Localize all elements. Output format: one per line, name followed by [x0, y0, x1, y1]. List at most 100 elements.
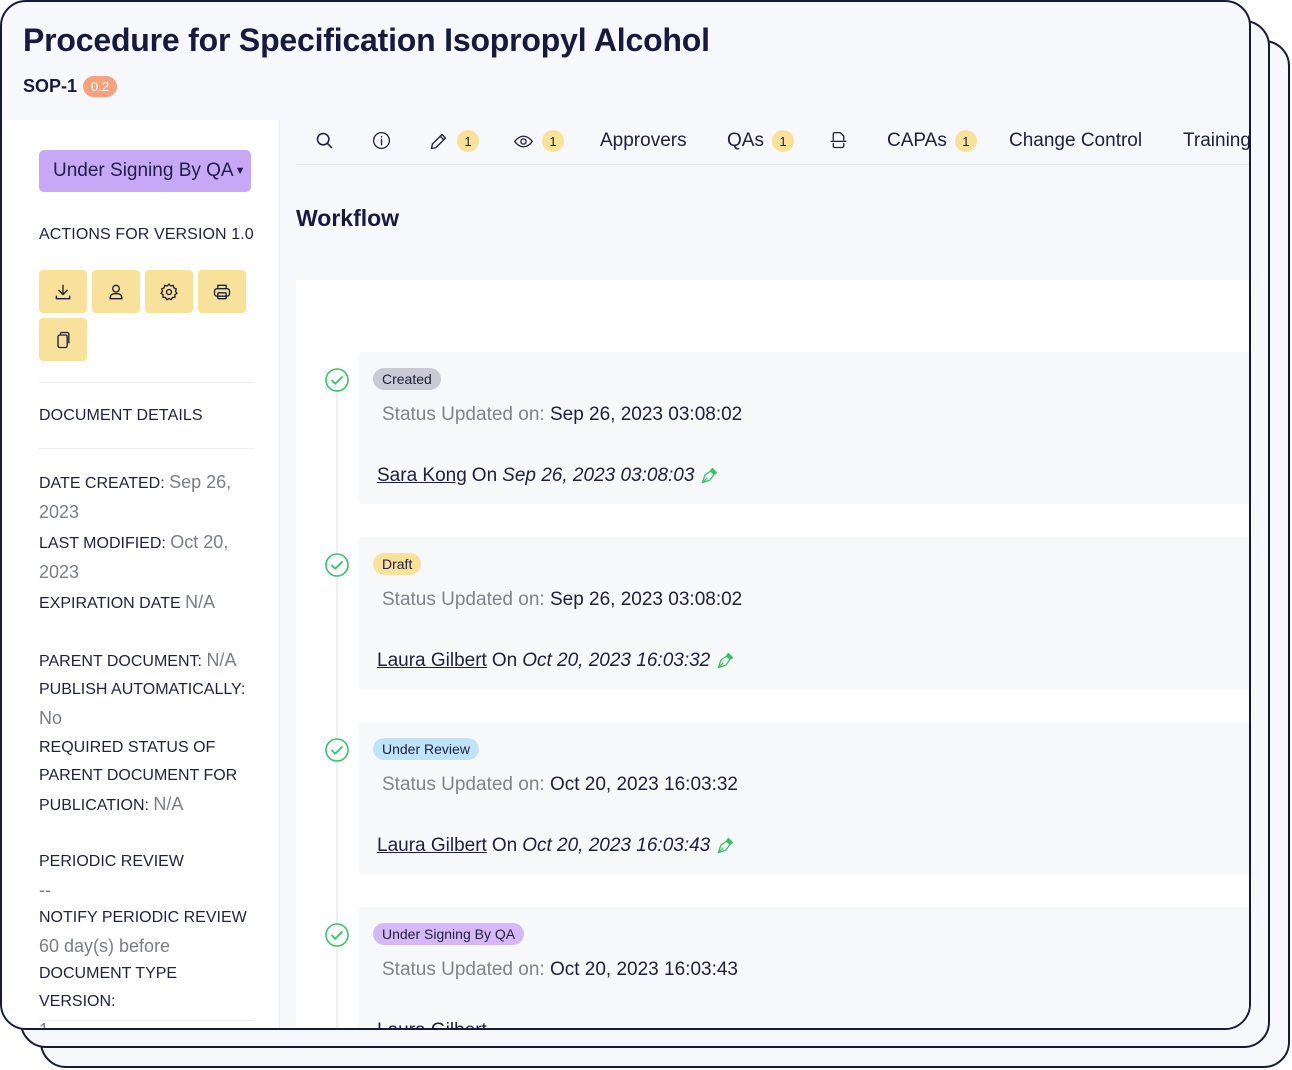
divider: [39, 382, 254, 383]
signed-at: Sep 26, 2023 03:08:03: [502, 465, 695, 486]
publish-auto-label: PUBLISH AUTOMATICALLY:: [39, 681, 246, 698]
signer-user-link[interactable]: Sara Kong: [377, 465, 467, 487]
tab-search[interactable]: [314, 130, 335, 151]
status-updated-label: Status Updated on:: [382, 959, 545, 980]
version-badge: 0.2: [83, 76, 118, 97]
assign-user-button[interactable]: [92, 270, 140, 313]
status-dropdown-label: Under Signing By QA: [53, 160, 234, 181]
user-icon: [109, 284, 123, 299]
sidebar: Under Signing By QA ▼ ACTIONS FOR VERSION…: [2, 120, 280, 1028]
date-created-row: DATE CREATED: Sep 26, 2023: [39, 468, 254, 528]
workflow-title: Workflow: [296, 205, 400, 231]
tab-approvers-label: Approvers: [600, 130, 687, 151]
tab-info[interactable]: [371, 130, 392, 151]
on-label: On: [471, 465, 498, 486]
date-created-label: DATE CREATED:: [39, 475, 165, 492]
capas-count-badge: 1: [954, 130, 977, 152]
parent-document-row: PARENT DOCUMENT: N/A: [39, 646, 254, 676]
duplicate-button[interactable]: [39, 318, 87, 361]
status-updated-label: Status Updated on:: [382, 589, 545, 610]
views-count-badge: 1: [542, 130, 564, 152]
check-circle-icon: [325, 738, 349, 762]
actions-heading: ACTIONS FOR VERSION 1.0: [39, 226, 254, 243]
workflow-entry: Under Review Status Updated on: Oct 20, 2…: [359, 722, 1249, 874]
document-scan-icon: [830, 131, 847, 149]
workflow-entry: Under Signing By QA Status Updated on: Oc…: [359, 907, 1249, 1028]
edits-count-badge: 1: [457, 130, 479, 152]
status-updated-line: Status Updated on: Sep 26, 2023 03:08:02: [382, 589, 742, 611]
search-icon: [316, 132, 333, 149]
eye-icon: [513, 135, 534, 147]
tab-approvers[interactable]: Approvers: [600, 130, 687, 152]
notify-periodic-review-value: 60 day(s) before: [39, 936, 171, 956]
check-circle-icon: [325, 923, 349, 947]
divider: [39, 448, 254, 449]
signer-line: Laura Gilbert: [377, 1020, 487, 1028]
status-pill: Draft: [373, 553, 422, 575]
tab-views[interactable]: 1: [513, 130, 564, 152]
signature-pen-icon: [717, 837, 734, 854]
signature-pen-icon: [717, 652, 734, 669]
document-details: DATE CREATED: Sep 26, 2023 LAST MODIFIED…: [39, 468, 254, 1028]
qas-count-badge: 1: [771, 130, 794, 152]
main-content: 1 1 Approvers QAs 1 CAPAs 1 Change Contr…: [280, 120, 1249, 1028]
signer-line: Laura Gilbert On Oct 20, 2023 16:03:32: [377, 650, 735, 672]
tab-capas[interactable]: CAPAs 1: [887, 130, 977, 152]
tab-bar: 1 1 Approvers QAs 1 CAPAs 1 Change Contr…: [296, 120, 1249, 165]
settings-button[interactable]: [145, 270, 193, 313]
document-details-heading: DOCUMENT DETAILS: [39, 407, 203, 424]
status-updated-date: Oct 20, 2023 16:03:32: [549, 774, 738, 795]
publish-auto-row: PUBLISH AUTOMATICALLY: No: [39, 676, 254, 734]
status-updated-date: Sep 26, 2023 03:08:02: [549, 589, 743, 610]
status-updated-date: Sep 26, 2023 03:08:02: [549, 404, 743, 425]
status-updated-line: Status Updated on: Oct 20, 2023 16:03:43: [382, 959, 738, 981]
tab-change-control-label: Change Control: [1009, 130, 1143, 151]
notify-periodic-review-label: NOTIFY PERIODIC REVIEW: [39, 909, 247, 926]
tab-scan[interactable]: [828, 130, 849, 151]
status-dropdown[interactable]: Under Signing By QA ▼: [39, 150, 251, 192]
publish-auto-value: No: [39, 708, 63, 728]
last-modified-label: LAST MODIFIED:: [39, 535, 166, 552]
periodic-review-label: PERIODIC REVIEW: [39, 853, 184, 870]
required-status-value: N/A: [153, 794, 184, 814]
status-updated-label: Status Updated on:: [382, 774, 545, 795]
status-updated-date: Oct 20, 2023 16:03:43: [549, 959, 738, 980]
parent-document-label: PARENT DOCUMENT:: [39, 653, 202, 670]
check-circle-icon: [325, 368, 349, 392]
on-label: On: [491, 835, 518, 856]
expiration-row: EXPIRATION DATE N/A: [39, 588, 254, 618]
status-pill: Under Signing By QA: [373, 923, 525, 945]
tab-change-control[interactable]: Change Control: [1009, 130, 1142, 152]
divider: [39, 1020, 254, 1021]
download-button[interactable]: [39, 270, 87, 313]
actions-grid: [39, 270, 254, 361]
last-modified-row: LAST MODIFIED: Oct 20, 2023: [39, 528, 254, 588]
gear-icon: [160, 282, 178, 301]
tab-training[interactable]: Training: [1183, 130, 1249, 152]
signature-pen-icon: [702, 467, 718, 484]
print-button[interactable]: [198, 270, 246, 313]
on-label: On: [491, 650, 518, 671]
page-title: Procedure for Specification Isopropyl Al…: [23, 22, 710, 58]
signer-user-link[interactable]: Laura Gilbert: [377, 1020, 487, 1028]
workflow-entry: Draft Status Updated on: Sep 26, 2023 03:…: [359, 537, 1249, 689]
document-id-row: SOP-1 0.2: [23, 76, 118, 97]
workflow-panel: Created Status Updated on: Sep 26, 2023 0…: [296, 280, 1249, 1028]
status-pill: Under Review: [373, 738, 479, 760]
signer-user-link[interactable]: Laura Gilbert: [377, 835, 487, 857]
signer-user-link[interactable]: Laura Gilbert: [377, 650, 487, 672]
expiration-label: EXPIRATION DATE: [39, 595, 181, 612]
tab-qas[interactable]: QAs 1: [727, 130, 794, 152]
copy-icon: [57, 331, 70, 348]
signed-at: Oct 20, 2023 16:03:43: [522, 835, 711, 856]
workflow-entry: Created Status Updated on: Sep 26, 2023 0…: [359, 352, 1249, 504]
tab-edits[interactable]: 1: [428, 130, 479, 152]
download-icon: [55, 284, 71, 299]
document-type-version-label: DOCUMENT TYPE VERSION:: [39, 965, 178, 1010]
status-updated-label: Status Updated on:: [382, 404, 545, 425]
tab-capas-label: CAPAs: [887, 130, 947, 151]
printer-icon: [213, 284, 231, 299]
periodic-review-value: --: [39, 880, 51, 900]
caret-down-icon: ▼: [234, 165, 246, 177]
signer-line: Laura Gilbert On Oct 20, 2023 16:03:43: [377, 835, 735, 857]
